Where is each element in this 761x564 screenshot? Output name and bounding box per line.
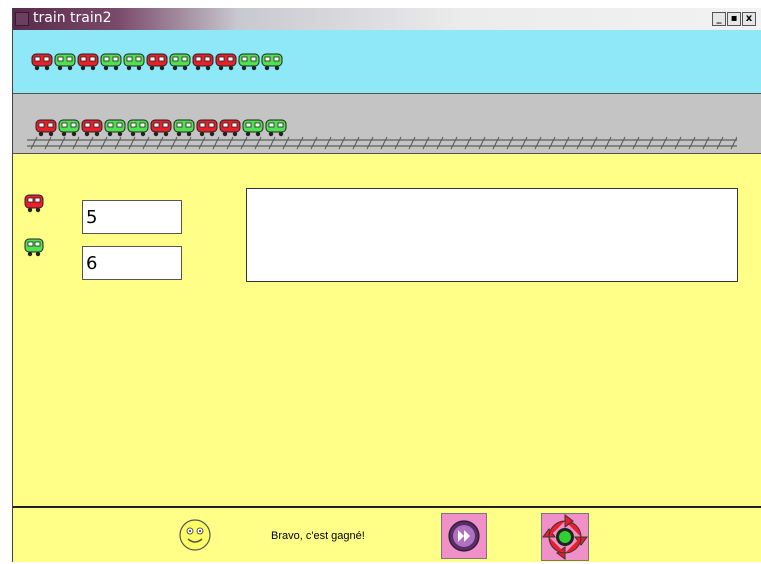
- reload-icon: [542, 514, 588, 560]
- green-wagon: [58, 118, 80, 138]
- green-wagon: [100, 52, 122, 72]
- green-count-field[interactable]: 6: [82, 246, 182, 280]
- red-wagon: [219, 118, 241, 138]
- maximize-button[interactable]: ▪: [727, 12, 741, 26]
- red-wagon: [81, 118, 103, 138]
- green-wagon: [123, 52, 145, 72]
- app-window: train train2 _ ▪ x 5 6 Bravo, c'est gagn…: [12, 8, 761, 562]
- red-wagon: [31, 52, 53, 72]
- green-wagon-icon: [23, 236, 45, 258]
- green-wagon: [54, 52, 76, 72]
- red-wagon: [150, 118, 172, 138]
- red-wagon: [77, 52, 99, 72]
- red-count-field[interactable]: 5: [82, 200, 182, 234]
- rails: [27, 136, 737, 150]
- green-wagon: [238, 52, 260, 72]
- red-wagon: [196, 118, 218, 138]
- green-wagon: [104, 118, 126, 138]
- reload-button[interactable]: [541, 513, 589, 561]
- green-wagon: [173, 118, 195, 138]
- next-icon: [448, 520, 480, 552]
- window-title: train train2: [33, 10, 112, 26]
- bottom-bar: Bravo, c'est gagné!: [13, 506, 761, 562]
- red-wagon: [215, 52, 237, 72]
- red-wagon: [35, 118, 57, 138]
- app-icon: [15, 12, 29, 26]
- model-train-area: [13, 30, 761, 94]
- red-wagon: [146, 52, 168, 72]
- smiley-icon: [179, 519, 211, 551]
- green-wagon: [265, 118, 287, 138]
- green-wagon: [127, 118, 149, 138]
- answer-box[interactable]: [246, 188, 738, 282]
- red-wagon-icon: [23, 192, 45, 214]
- minimize-button[interactable]: _: [712, 12, 726, 26]
- green-wagon: [169, 52, 191, 72]
- title-bar[interactable]: train train2 _ ▪ x: [13, 8, 761, 30]
- green-wagon: [261, 52, 283, 72]
- status-message: Bravo, c'est gagné!: [271, 530, 365, 542]
- green-wagon: [242, 118, 264, 138]
- red-wagon: [192, 52, 214, 72]
- close-button[interactable]: x: [742, 12, 756, 26]
- model-train: [31, 52, 283, 72]
- track-train: [35, 118, 287, 138]
- next-button[interactable]: [441, 513, 487, 559]
